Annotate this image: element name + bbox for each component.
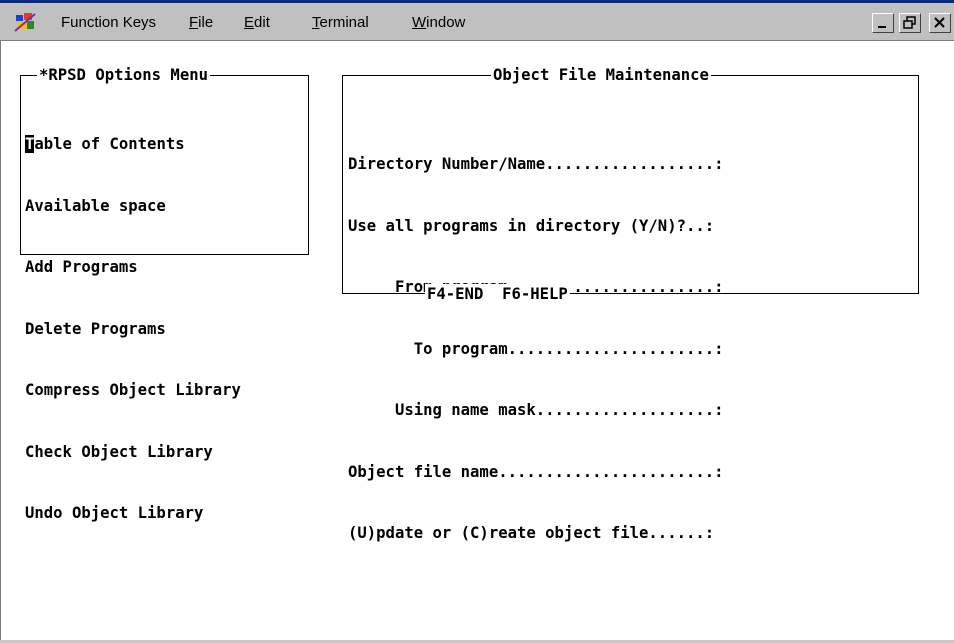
menu-window-accel: W [412, 14, 427, 31]
menu-option-undo-object-library[interactable]: Undo Object Library [25, 503, 241, 524]
menu-window-rest: indow [426, 14, 466, 31]
maintenance-title: Object File Maintenance [491, 65, 711, 85]
field-to-program[interactable]: To program......................: [348, 339, 724, 360]
close-button[interactable] [929, 13, 951, 33]
menu-option-table-of-contents[interactable]: Table of Contents [25, 134, 241, 155]
menu-option-available-space[interactable]: Available space [25, 196, 241, 217]
close-icon [934, 17, 945, 28]
maintenance-fields: Directory Number/Name..................:… [348, 113, 724, 585]
menu-option-check-object-library[interactable]: Check Object Library [25, 442, 241, 463]
field-update-or-create[interactable]: (U)pdate or (C)reate object file......: [348, 523, 724, 544]
menu-option-add-programs[interactable]: Add Programs [25, 257, 241, 278]
field-object-file-name[interactable]: Object file name.......................: [348, 462, 724, 483]
minimize-button[interactable] [872, 13, 894, 33]
app-icon[interactable] [14, 11, 36, 33]
options-menu-title: *RPSD Options Menu [37, 65, 210, 85]
terminal-screen[interactable]: *RPSD Options Menu Table of Contents Ava… [0, 41, 954, 643]
text-cursor: T [25, 135, 35, 153]
field-directory-number-name[interactable]: Directory Number/Name..................: [348, 154, 724, 175]
options-menu-list: Table of Contents Available space Add Pr… [25, 93, 241, 565]
menu-bar: Function Keys File Edit Terminal Window [0, 3, 954, 41]
restore-icon [903, 16, 916, 29]
menu-file[interactable]: File [189, 14, 213, 31]
minimize-icon [878, 26, 886, 28]
menu-option-delete-programs[interactable]: Delete Programs [25, 319, 241, 340]
menu-terminal-rest: erminal [319, 14, 369, 31]
maintenance-box: Object File Maintenance Directory Number… [342, 65, 919, 542]
restore-button[interactable] [899, 13, 921, 33]
menu-function-keys[interactable]: Function Keys [61, 14, 156, 31]
function-key-hints: F4-END F6-HELP [425, 284, 570, 304]
field-use-all-programs[interactable]: Use all programs in directory (Y/N)?..: [348, 216, 724, 237]
menu-edit-accel: E [244, 14, 255, 31]
menu-terminal-accel: T [312, 14, 320, 31]
options-menu-box: *RPSD Options Menu Table of Contents Ava… [20, 65, 309, 522]
menu-terminal[interactable]: Terminal [312, 14, 369, 31]
menu-option-compress-object-library[interactable]: Compress Object Library [25, 380, 241, 401]
menu-option-label: able of Contents [34, 135, 185, 153]
field-using-name-mask[interactable]: Using name mask...................: [348, 400, 724, 421]
menu-edit-rest: dit [254, 14, 270, 31]
menu-file-accel: F [189, 14, 199, 31]
menu-window[interactable]: Window [412, 14, 465, 31]
menu-edit[interactable]: Edit [244, 14, 270, 31]
menu-file-rest: ile [198, 14, 214, 31]
